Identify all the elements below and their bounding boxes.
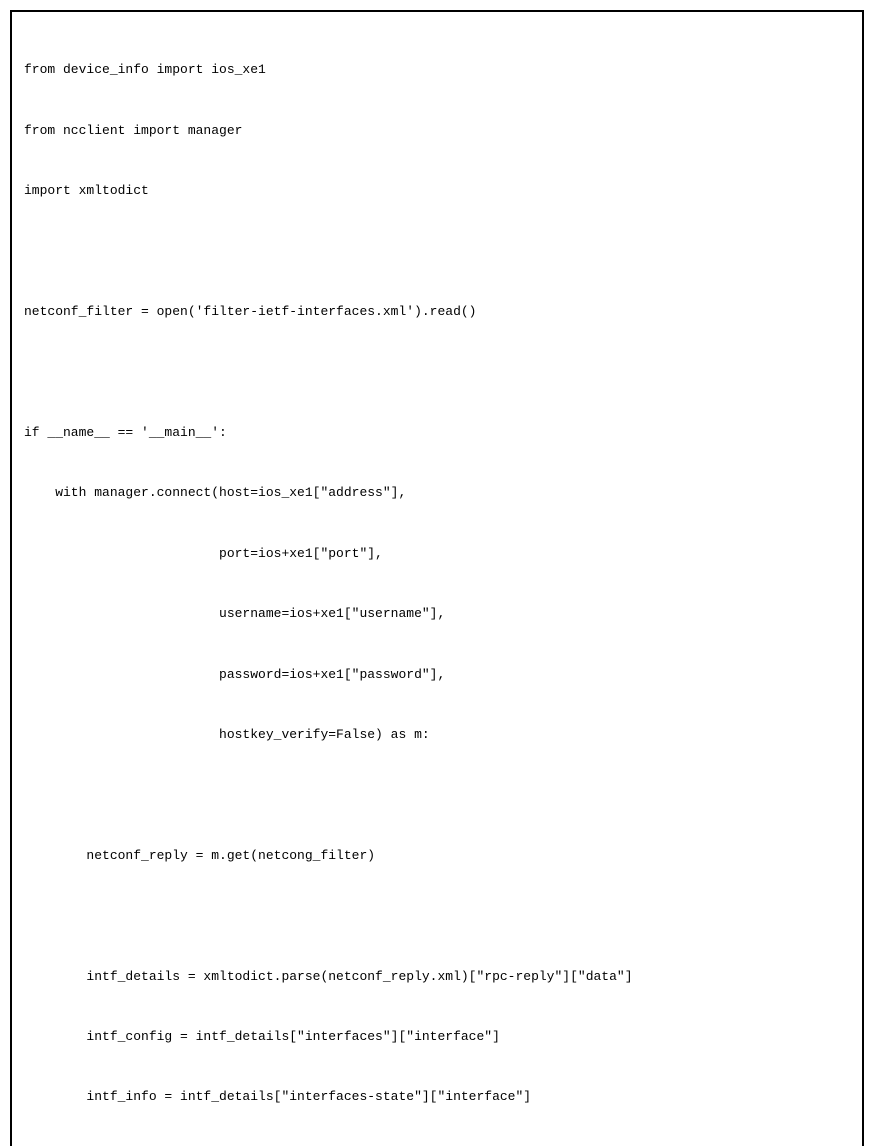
code-line-18: intf_info = intf_details["interfaces-sta… — [24, 1087, 850, 1107]
code-line-13 — [24, 785, 850, 805]
code-line-15 — [24, 906, 850, 926]
code-line-8: with manager.connect(host=ios_xe1["addre… — [24, 483, 850, 503]
code-line-17: intf_config = intf_details["interfaces"]… — [24, 1027, 850, 1047]
code-line-14: netconf_reply = m.get(netcong_filter) — [24, 846, 850, 866]
code-line-1: from device_info import ios_xe1 — [24, 60, 850, 80]
code-line-2: from ncclient import manager — [24, 121, 850, 141]
code-line-6 — [24, 362, 850, 382]
code-line-7: if __name__ == '__main__': — [24, 423, 850, 443]
code-line-12: hostkey_verify=False) as m: — [24, 725, 850, 745]
code-editor: from device_info import ios_xe1 from ncc… — [10, 10, 864, 1146]
code-line-5: netconf_filter = open('filter-ietf-inter… — [24, 302, 850, 322]
code-line-10: username=ios+xe1["username"], — [24, 604, 850, 624]
code-line-4 — [24, 242, 850, 262]
code-line-9: port=ios+xe1["port"], — [24, 544, 850, 564]
code-line-3: import xmltodict — [24, 181, 850, 201]
code-line-16: intf_details = xmltodict.parse(netconf_r… — [24, 967, 850, 987]
code-line-11: password=ios+xe1["password"], — [24, 665, 850, 685]
